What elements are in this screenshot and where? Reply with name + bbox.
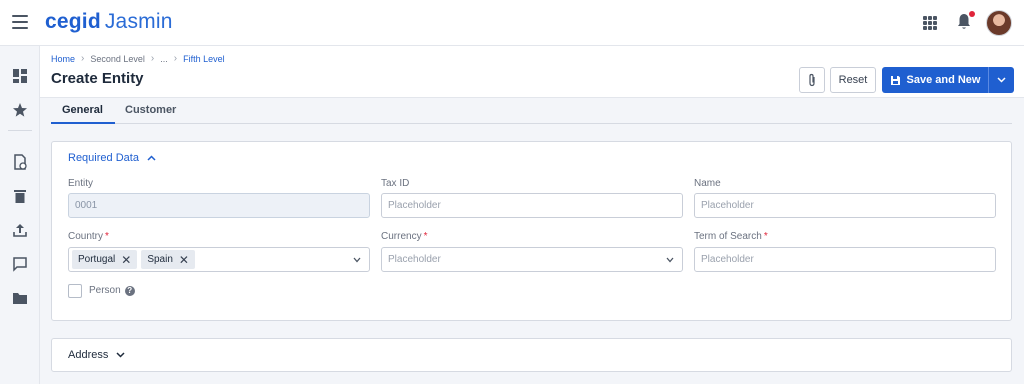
chat-icon[interactable] [12, 256, 28, 272]
breadcrumb-ellipsis[interactable]: ... [160, 54, 168, 64]
chevron-down-icon [666, 257, 674, 263]
currency-select[interactable]: Placeholder [381, 247, 683, 272]
currency-label-text: Currency [381, 231, 422, 242]
avatar[interactable] [986, 10, 1012, 36]
tax-id-field[interactable]: Placeholder [381, 193, 683, 218]
save-and-new-button[interactable]: Save and New [882, 67, 988, 93]
chevron-down-icon[interactable] [353, 257, 361, 263]
entity-field: 0001 [68, 193, 370, 218]
menu-icon[interactable] [12, 15, 28, 29]
currency-placeholder: Placeholder [388, 254, 441, 265]
breadcrumb-home[interactable]: Home [51, 54, 75, 64]
brand-company: cegid [45, 10, 101, 33]
breadcrumb-second-level[interactable]: Second Level [90, 54, 145, 64]
attach-button[interactable] [799, 67, 825, 93]
tab-general[interactable]: General [62, 104, 103, 116]
app-brand[interactable]: cegid Jasmin [45, 10, 173, 34]
person-label-text: Person [89, 285, 121, 296]
chevron-down-icon [116, 352, 125, 358]
brand-product: Jasmin [104, 10, 173, 33]
chevron-down-icon [997, 77, 1006, 83]
address-panel: Address [51, 338, 1012, 372]
tab-customer[interactable]: Customer [125, 104, 176, 116]
address-title: Address [68, 349, 109, 361]
tab-bar: General Customer [51, 98, 1012, 124]
top-bar: cegid Jasmin [0, 0, 1024, 46]
required-mark: * [763, 231, 768, 242]
close-icon[interactable]: ✕ [179, 254, 189, 266]
required-mark: * [423, 231, 428, 242]
reset-button[interactable]: Reset [830, 67, 876, 93]
country-chip-spain: Spain ✕ [141, 250, 195, 269]
dashboard-icon[interactable] [12, 68, 28, 84]
chevron-up-icon [147, 155, 156, 161]
document-icon[interactable] [12, 154, 28, 170]
country-label: Country * [68, 231, 109, 242]
paperclip-icon [809, 73, 815, 87]
name-field[interactable]: Placeholder [694, 193, 996, 218]
upload-icon[interactable] [12, 222, 28, 238]
star-icon[interactable] [12, 102, 28, 118]
chip-label: Spain [147, 254, 173, 265]
required-mark: * [105, 231, 109, 242]
person-checkbox[interactable] [68, 284, 82, 298]
entity-label: Entity [68, 178, 94, 189]
term-of-search-field[interactable]: Placeholder [694, 247, 996, 272]
country-label-text: Country [68, 231, 104, 242]
breadcrumb-fifth-level[interactable]: Fifth Level [183, 54, 225, 64]
save-options-dropdown[interactable] [988, 67, 1014, 93]
country-chip-portugal: Portugal ✕ [72, 250, 138, 269]
chevron-right-icon: › [173, 53, 178, 64]
left-rail [0, 46, 40, 384]
required-data-title: Required Data [68, 152, 139, 164]
term-of-search-label: Term of Search * [694, 231, 768, 242]
save-and-new-label: Save and New [906, 74, 981, 86]
save-icon [890, 75, 900, 85]
name-label: Name [694, 178, 721, 189]
tax-id-label: Tax ID [381, 178, 410, 189]
chevron-right-icon: › [150, 53, 155, 64]
trash-icon[interactable] [12, 188, 28, 204]
notification-dot [969, 11, 975, 17]
required-data-toggle[interactable]: Required Data [68, 152, 156, 164]
apps-grid-icon[interactable] [923, 16, 937, 30]
required-data-panel: Required Data Entity 0001 Tax ID Placeho… [51, 141, 1012, 321]
active-tab-indicator [51, 122, 115, 124]
address-toggle[interactable]: Address [68, 349, 125, 361]
currency-label: Currency * [381, 231, 427, 242]
rail-divider [8, 130, 32, 131]
chip-label: Portugal [78, 254, 116, 265]
term-of-search-label-text: Term of Search [694, 231, 762, 242]
help-icon[interactable]: ? [124, 285, 135, 296]
folder-icon[interactable] [12, 290, 28, 306]
page-title: Create Entity [51, 70, 144, 87]
person-label: Person ? [89, 285, 135, 296]
page-header: Home › Second Level › ... › Fifth Level … [40, 46, 1024, 98]
close-icon[interactable]: ✕ [121, 254, 131, 266]
breadcrumb: Home › Second Level › ... › Fifth Level [51, 53, 225, 64]
chevron-right-icon: › [81, 53, 85, 64]
country-multiselect[interactable]: Portugal ✕ Spain ✕ [68, 247, 370, 272]
